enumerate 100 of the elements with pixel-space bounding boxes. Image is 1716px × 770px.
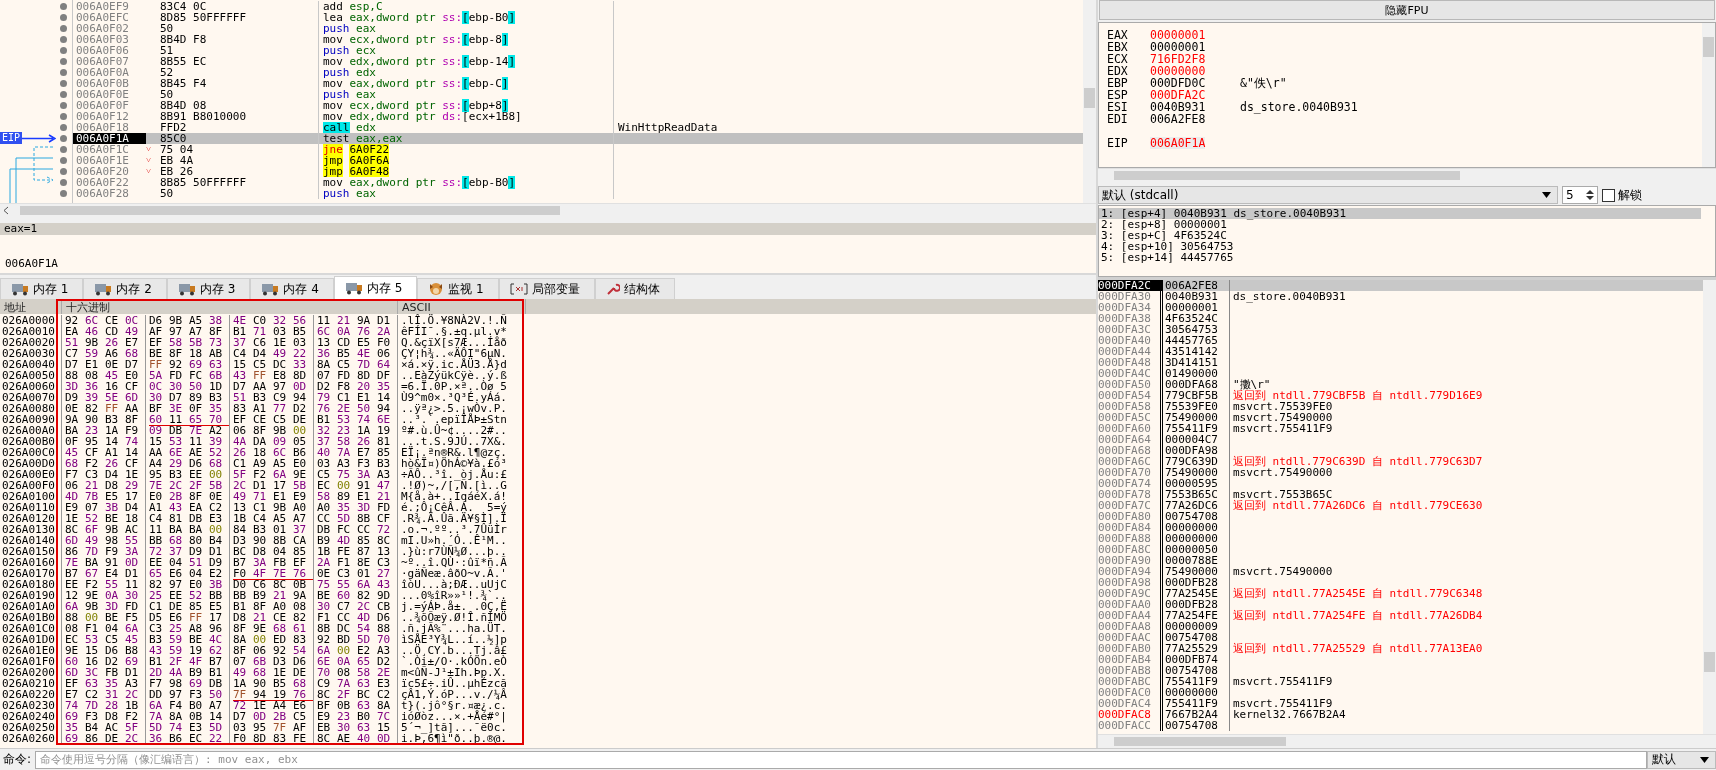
register-value[interactable]: 006A2FE8 [1150,113,1240,125]
mnemonic: mov [323,111,343,122]
argument-count-spinner[interactable]: 5 [1562,186,1598,204]
instruction-address: 006A0F20 [75,166,130,177]
calling-convention-dropdown[interactable]: 默认 (stdcall) [1098,186,1558,204]
horizontal-scrollbar[interactable] [0,203,1096,217]
hex-byte: 65 [189,414,209,425]
dump-tab[interactable]: 局部变量 [498,278,595,299]
hex-byte: 00 [293,425,308,436]
hex-byte: 26 [357,436,372,447]
argument-row[interactable]: 3: [esp+C] 4F63524C [1099,230,1701,241]
jump-target[interactable]: 6A0F48 [349,166,390,177]
breakpoint-dot-icon[interactable] [60,47,67,54]
register-value[interactable]: 00000001 [1150,41,1240,53]
hex-byte: C2 [85,689,100,700]
dump-address: 026A00E0 [0,469,62,480]
hex-byte: D6 [189,458,204,469]
register-value[interactable]: 000DFA2C [1150,89,1240,101]
hex-byte: BF [317,700,332,711]
register-name: EBX [1107,41,1129,53]
hex-byte: 12 [65,590,80,601]
breakpoint-dot-icon[interactable] [60,69,67,76]
hex-byte: 53 [169,436,184,447]
jump-target[interactable]: 6A0F22 [349,144,390,155]
breakpoint-dot-icon[interactable] [60,124,67,131]
ascii-text: ..EàZýükCÿè..ý.ß [400,370,508,381]
breakpoint-dot-icon[interactable] [60,25,67,32]
breakpoint-dot-icon[interactable] [60,36,67,43]
dump-tab[interactable]: 内存 5 [333,276,418,299]
dump-tab[interactable]: 内存 1 [0,278,84,299]
breakpoint-dot-icon[interactable] [60,113,67,120]
hex-byte: 27 [377,568,392,579]
hex-byte: 35 [65,722,80,733]
scroll-left-icon[interactable] [3,206,9,215]
unlock-checkbox[interactable] [1602,188,1615,202]
breakpoint-dot-icon[interactable] [60,91,67,98]
hide-fpu-button[interactable]: 隐藏FPU [1099,0,1715,20]
hex-byte: 03 [293,337,308,348]
hex-byte: 89 [189,392,204,403]
hex-byte: 08 [65,623,80,634]
breakpoint-dot-icon[interactable] [60,135,67,142]
dog-face-icon [428,282,445,296]
vertical-scrollbar[interactable] [1702,23,1715,167]
breakpoint-dot-icon[interactable] [60,157,67,164]
stack-value: 000DFA68 [1163,379,1230,390]
register-value[interactable]: 00000001 [1150,29,1240,41]
hex-byte: DC [273,359,288,370]
hex-byte: DF [377,370,392,381]
ascii-text: .ñ.jÃ%¨...ha.ÜT. [400,623,508,634]
hex-byte: 00 [209,524,224,535]
dump-tab[interactable]: 内存 2 [83,278,167,299]
hex-byte: C9 [273,392,288,403]
breakpoint-dot-icon[interactable] [60,168,67,175]
argument-row[interactable]: 4: [esp+10] 30564753 [1099,241,1701,252]
hex-byte: 4E [357,348,372,359]
breakpoint-dot-icon[interactable] [60,14,67,21]
hex-byte: 1D [209,381,224,392]
breakpoint-dot-icon[interactable] [60,146,67,153]
register-value[interactable]: 716FD2F8 [1150,53,1240,65]
breakpoint-dot-icon[interactable] [60,3,67,10]
hex-byte: 77 [273,403,288,414]
argument-row[interactable]: 2: [esp+8] 00000001 [1099,219,1701,230]
horizontal-scrollbar[interactable] [1098,168,1716,182]
hex-byte: EE [169,590,184,601]
jump-target[interactable]: 6A0F6A [349,155,390,166]
hex-byte: 9A [357,315,372,326]
hex-byte: 22 [293,348,308,359]
hex-byte: 09 [273,436,288,447]
breakpoint-dot-icon[interactable] [60,102,67,109]
breakpoint-dot-icon[interactable] [60,179,67,186]
register-value[interactable]: 00000000 [1150,65,1240,77]
hex-byte: 1B [317,546,332,557]
vertical-scrollbar[interactable] [1083,0,1096,203]
register-value[interactable]: 0040B931 [1150,101,1240,113]
register-value[interactable]: 000DFD0C [1150,77,1240,89]
breakpoint-dot-icon[interactable] [60,58,67,65]
stack-value: 755411F9 [1163,698,1230,709]
dump-tab[interactable]: 结构体 [594,278,675,299]
hex-byte: FF [189,612,204,623]
breakpoint-dot-icon[interactable] [60,190,67,197]
hex-byte: 8C [317,689,332,700]
horizontal-scrollbar[interactable] [1098,734,1716,748]
command-input-field[interactable]: 命令使用逗号分隔（像汇编语言）: mov eax, ebx [35,750,1648,769]
hex-byte: 1E [125,469,140,480]
stack-comment: 返回到 ntdll.779C639D 自 ntdll.779C63D7 [1233,455,1483,468]
argument-row[interactable]: 5: [esp+14] 44457765 [1099,252,1701,263]
hex-byte: DB [209,678,224,689]
dump-tab[interactable]: 监视 1 [417,278,499,299]
hex-byte: 0E [317,568,332,579]
stack-address: 000DFA68 [1098,445,1163,456]
register-name: EDX [1107,65,1129,77]
dump-tab[interactable]: 内存 3 [166,278,251,299]
dump-tab[interactable]: 内存 4 [250,278,334,299]
hex-byte: DB [189,513,204,524]
breakpoint-dot-icon[interactable] [60,80,67,87]
hex-byte: 90 [253,678,268,689]
vertical-scrollbar[interactable] [1703,280,1716,734]
dump-address: 026A0110 [0,502,62,513]
mode-dropdown[interactable]: 默认 [1647,750,1716,769]
argument-row[interactable]: 1: [esp+4] 0040B931 ds_store.0040B931 [1099,208,1701,219]
